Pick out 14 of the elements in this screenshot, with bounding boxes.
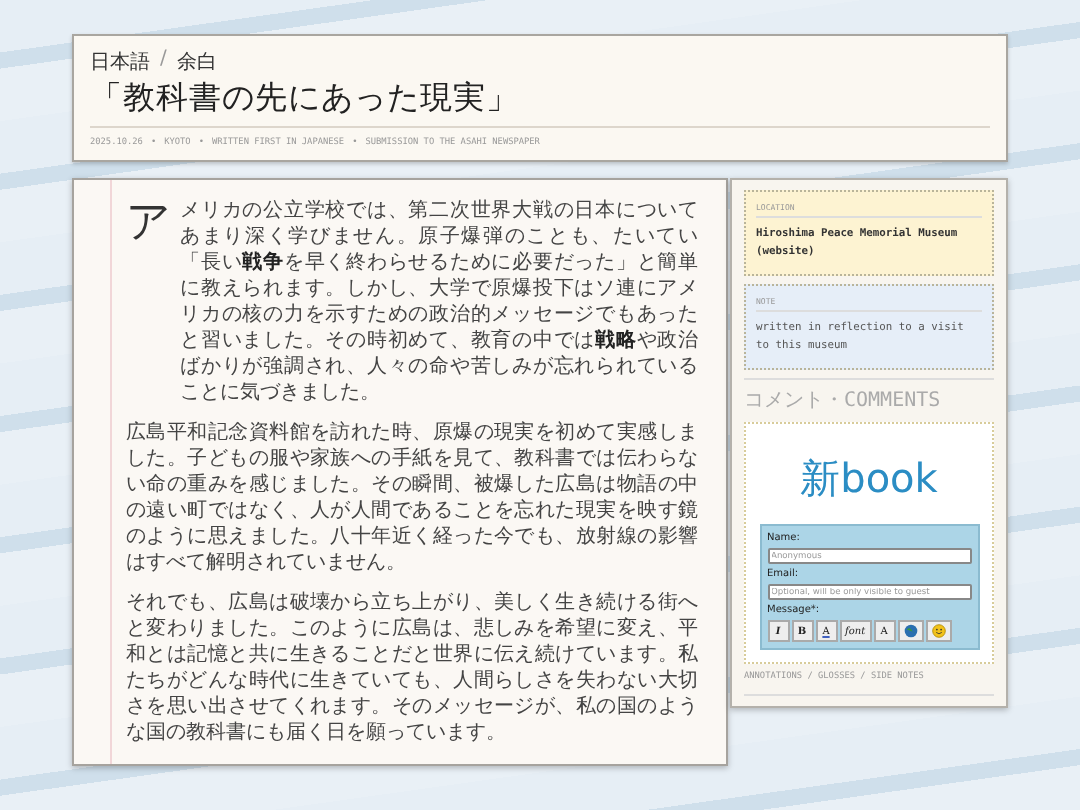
breadcrumb-separator: / [160, 48, 167, 74]
article-title: 「教科書の先にあった現実」 [90, 78, 521, 120]
guestbook-logo: 新book [800, 452, 938, 506]
comments-heading: コメント・COMMENTS [744, 378, 994, 414]
breadcrumb-link[interactable]: 日本語 [90, 48, 150, 76]
globe-format-button[interactable] [897, 620, 924, 642]
globe-icon [903, 624, 918, 638]
article-paragraph: メリカの公立学校では、第二次世界大戦の日本についてあまり深く学びません。原子爆弾のことも、たいてい「長い戦争を早く終わらせるために必要だった」と簡単に教えられます。しかし、大学で原爆投下はソ連にアメリカの核の力を示すための政治的メッセージでもあったと習いました。その時初めて、教育の中では戦略や政治ばかりが強調され、人々の命や苦しみが忘れられていることに気づきました。 [180, 198, 698, 406]
breadcrumb-link[interactable]: 余白 [176, 48, 217, 76]
smiley-icon [931, 624, 946, 638]
article-paragraph: それでも、広島は破壊から立ち上がり、美しく生き続ける街へと変わりました。このように広島は、悲しみを希望に変え、平和とは記憶と共に生きることだと世界に伝え続けています。私たちがどんな時代に生きていても、人間らしさを失わない大切さを思い出させてくれます。そのメッセージが、私の国のような国の教科書にも届く日を願っています。 [126, 590, 698, 746]
article-paragraph: 広島平和記念資料館を訪れた時、原爆の現実を初めて実感しました。子どもの服や家族への手紙を見て、教科書では伝わらない命の重みを感じました。その瞬間、被爆した広島は物語の中の遠い町ではなく、人が人間であることを忘れた現実を映す鏡のように思えました。八十年近く経った今でも、放射線の影響はすべて解明されていません。 [126, 420, 698, 576]
drop-cap: ア [126, 200, 172, 248]
smiley-format-button[interactable] [925, 620, 952, 642]
